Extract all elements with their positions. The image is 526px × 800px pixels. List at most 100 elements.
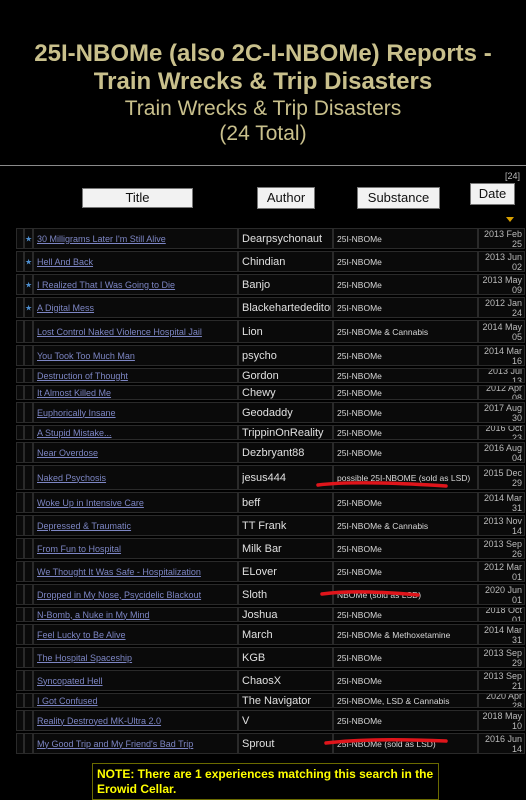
date-cell: 2014 Mar 16 — [478, 345, 525, 366]
author-cell: Banjo — [238, 274, 333, 295]
substance-text: 25I-NBOMe — [337, 279, 382, 290]
report-link[interactable]: Hell And Back — [37, 257, 235, 267]
report-link[interactable]: Near Overdose — [37, 448, 235, 458]
author-cell: Dezbryant88 — [238, 442, 333, 463]
report-link[interactable]: A Stupid Mistake... — [37, 428, 235, 438]
report-link[interactable]: We Thought It Was Safe - Hospitalization — [37, 567, 235, 577]
date-text: 2014 May — [482, 321, 522, 332]
author-name: Banjo — [242, 278, 271, 291]
report-link[interactable]: Destruction of Thought — [37, 371, 235, 381]
report-link[interactable]: Feel Lucky to Be Alive — [37, 630, 235, 640]
substance-text: 25I-NBOMe — [337, 675, 382, 686]
report-link[interactable]: I Realized That I Was Going to Die — [37, 280, 235, 290]
rating-cell: ★ — [24, 274, 33, 295]
date-day: 24 — [511, 307, 522, 318]
author-name: Dearpsychonaut — [242, 232, 323, 245]
author-name: Chindian — [242, 255, 286, 268]
date-text: 2013 Jun — [484, 251, 522, 262]
report-link[interactable]: Lost Control Naked Violence Hospital Jai… — [37, 327, 235, 337]
date-cell: 2013 Sep 29 — [478, 647, 525, 668]
author-cell: Sprout — [238, 733, 333, 754]
author-cell: TT Frank — [238, 515, 333, 536]
date-text: 2013 May — [482, 274, 522, 285]
report-link[interactable]: 30 Milligrams Later I'm Still Alive — [37, 234, 235, 244]
author-name: V — [242, 714, 250, 727]
date-cell: 2014 May 05 — [478, 320, 525, 343]
report-link[interactable]: N-Bomb, a Nuke in My Mind — [37, 610, 235, 620]
report-link[interactable]: Syncopated Hell — [37, 676, 235, 686]
date-text: 2017 Aug — [483, 402, 522, 413]
date-cell: 2015 Dec 29 — [478, 465, 525, 490]
date-cell: 2013 Sep 21 — [478, 670, 525, 691]
rating-cell — [24, 320, 33, 343]
table-row: Euphorically Insane Geodaddy 25I-NBOMe 2017… — [16, 401, 525, 424]
report-link[interactable]: My Good Trip and My Friend's Bad Trip — [37, 739, 235, 749]
substance-cell: 25I-NBOMe — [333, 297, 478, 318]
sort-by-title-button[interactable]: Title — [82, 188, 193, 208]
rating-cell — [24, 584, 33, 605]
sort-by-date-button[interactable]: Date — [470, 183, 515, 205]
date-day: 14 — [511, 743, 522, 754]
table-row: Lost Control Naked Violence Hospital Jai… — [16, 319, 525, 344]
substance-text: 25I-NBOMe — [337, 652, 382, 663]
substance-text: 25I-NBOMe — [337, 715, 382, 726]
date-text: 2012 Apr 08 — [485, 385, 522, 400]
date-text: 2013 Feb — [483, 228, 522, 239]
report-link[interactable]: The Hospital Spaceship — [37, 653, 235, 663]
rating-cell — [24, 733, 33, 754]
report-link[interactable]: Naked Psychosis — [37, 473, 235, 483]
substance-cell: 25I-NBOMe — [333, 670, 478, 691]
substance-cell: NBOMe (sold as LSD) — [333, 584, 478, 605]
title-cell: Woke Up in Intensive Care — [33, 492, 238, 513]
table-row: Syncopated Hell ChaosX 25I-NBOMe 2013 Sep 21 — [16, 669, 525, 692]
report-link[interactable]: From Fun to Hospital — [37, 544, 235, 554]
date-cell: 2016 Jun 14 — [478, 733, 525, 754]
author-cell: jesus444 — [238, 465, 333, 490]
report-link[interactable]: Dropped in My Nose, Psycidelic Blackout — [37, 590, 235, 600]
author-name: Geodaddy — [242, 406, 293, 419]
author-cell: Geodaddy — [238, 402, 333, 423]
date-cell: 2012 Apr 08 — [478, 385, 525, 400]
date-day: 31 — [511, 634, 522, 645]
substance-text: 25I-NBOMe — [337, 387, 382, 398]
report-link[interactable]: Woke Up in Intensive Care — [37, 498, 235, 508]
substance-cell: 25I-NBOMe — [333, 368, 478, 383]
author-cell: ChaosX — [238, 670, 333, 691]
table-row: Depressed & Traumatic TT Frank 25I-NBOMe &… — [16, 514, 525, 537]
sort-by-author-button[interactable]: Author — [257, 187, 315, 209]
date-text: 2013 Nov — [483, 515, 522, 526]
report-link[interactable]: You Took Too Much Man — [37, 351, 235, 361]
table-row: The Hospital Spaceship KGB 25I-NBOMe 2013 S… — [16, 646, 525, 669]
date-text: 2014 Mar — [483, 624, 522, 635]
substance-text: 25I-NBOMe — [337, 350, 382, 361]
report-link[interactable]: Depressed & Traumatic — [37, 521, 235, 531]
table-row: ★ I Realized That I Was Going to Die Banjo… — [16, 273, 525, 296]
report-link[interactable]: A Digital Mess — [37, 303, 235, 313]
page-subtitle: Train Wrecks & Trip Disasters — [124, 97, 402, 120]
substance-cell: 25I-NBOMe — [333, 647, 478, 668]
author-name: TT Frank — [242, 519, 287, 532]
date-cell: 2018 Oct 01 — [478, 607, 525, 622]
author-cell: ELover — [238, 561, 333, 582]
rating-cell — [24, 561, 33, 582]
date-day: 29 — [511, 657, 522, 668]
title-cell: Feel Lucky to Be Alive — [33, 624, 238, 645]
date-cell: 2014 Mar 31 — [478, 492, 525, 513]
report-link[interactable]: It Almost Killed Me — [37, 388, 235, 398]
substance-cell: 25I-NBOMe (sold as LSD) — [333, 733, 478, 754]
report-link[interactable]: Euphorically Insane — [37, 408, 235, 418]
report-link[interactable]: I Got Confused — [37, 696, 235, 706]
date-day: 25 — [511, 238, 522, 249]
date-text: 2016 Aug — [483, 442, 522, 453]
author-name: TrippinOnReality — [242, 426, 324, 439]
title-cell: Syncopated Hell — [33, 670, 238, 691]
report-link[interactable]: Reality Destroyed MK-Ultra 2.0 — [37, 716, 235, 726]
rating-cell — [24, 538, 33, 559]
rating-cell — [24, 402, 33, 423]
author-cell: The Navigator — [238, 693, 333, 708]
sort-by-substance-button[interactable]: Substance — [357, 187, 440, 209]
table-row: Feel Lucky to Be Alive March 25I-NBOMe & M… — [16, 623, 525, 646]
row-margin-cell — [16, 402, 24, 423]
star-icon: ★★ — [25, 303, 32, 312]
star-icon: ★★ — [25, 234, 32, 243]
